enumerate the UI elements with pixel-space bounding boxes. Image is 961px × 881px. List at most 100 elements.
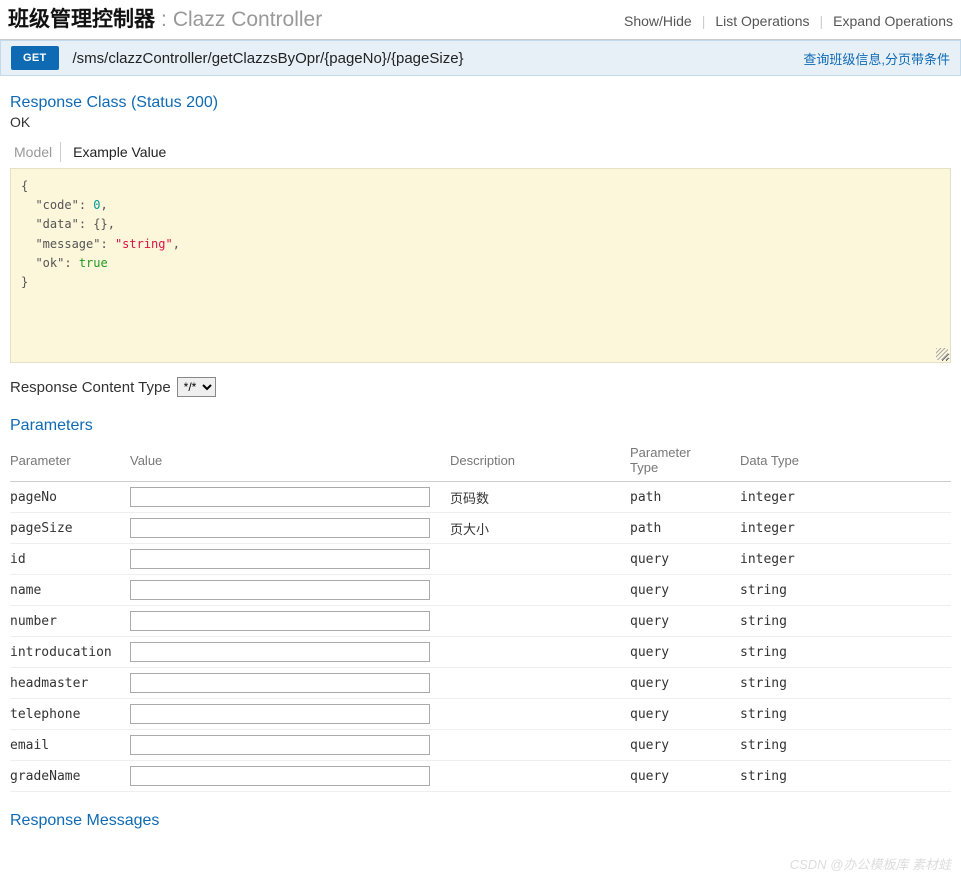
http-method-badge: GET [11, 46, 59, 70]
response-class-title: Response Class (Status 200) [10, 94, 951, 112]
response-tabs: Model Example Value [10, 142, 951, 162]
param-input-introducation[interactable] [130, 642, 430, 662]
separator: | [820, 13, 824, 29]
param-type: query [630, 606, 740, 637]
param-value-cell [130, 544, 450, 575]
table-row: introducation querystring [10, 637, 951, 668]
example-json-box[interactable]: { "code": 0, "data": {}, "message": "str… [10, 168, 951, 363]
param-input-telephone[interactable] [130, 704, 430, 724]
expand-operations-link[interactable]: Expand Operations [833, 13, 953, 29]
param-value-cell [130, 761, 450, 792]
list-operations-link[interactable]: List Operations [715, 13, 809, 29]
show-hide-link[interactable]: Show/Hide [624, 13, 692, 29]
param-input-id[interactable] [130, 549, 430, 569]
param-type: query [630, 544, 740, 575]
param-type: query [630, 761, 740, 792]
param-type: query [630, 730, 740, 761]
table-row: headmaster querystring [10, 668, 951, 699]
param-name: name [10, 575, 130, 606]
table-row: name querystring [10, 575, 951, 606]
param-input-pageNo[interactable] [130, 487, 430, 507]
param-value-cell [130, 730, 450, 761]
param-type: query [630, 668, 740, 699]
controller-title-cn: 班级管理控制器 [8, 3, 155, 33]
param-name: gradeName [10, 761, 130, 792]
response-content-type-row: Response Content Type */* [10, 377, 951, 397]
param-description [450, 606, 630, 637]
table-row: number querystring [10, 606, 951, 637]
controller-actions: Show/Hide | List Operations | Expand Ope… [624, 13, 953, 29]
parameters-title: Parameters [10, 417, 951, 435]
param-data-type: string [740, 637, 951, 668]
param-type: path [630, 482, 740, 513]
param-description [450, 761, 630, 792]
param-input-name[interactable] [130, 580, 430, 600]
param-name: email [10, 730, 130, 761]
tab-model[interactable]: Model [10, 142, 61, 162]
col-description: Description [450, 439, 630, 482]
param-value-cell [130, 699, 450, 730]
operation-body: Response Class (Status 200) OK Model Exa… [0, 76, 961, 842]
param-name: id [10, 544, 130, 575]
param-value-cell [130, 482, 450, 513]
parameters-table: Parameter Value Description ParameterTyp… [10, 439, 951, 792]
operation-path[interactable]: /sms/clazzController/getClazzsByOpr/{pag… [73, 50, 804, 67]
table-row: id queryinteger [10, 544, 951, 575]
param-value-cell [130, 637, 450, 668]
col-value: Value [130, 439, 450, 482]
separator: | [702, 13, 706, 29]
param-name: number [10, 606, 130, 637]
operation-bar[interactable]: GET /sms/clazzController/getClazzsByOpr/… [0, 40, 961, 76]
table-row: pageNo 页码数pathinteger [10, 482, 951, 513]
param-input-pageSize[interactable] [130, 518, 430, 538]
param-data-type: string [740, 668, 951, 699]
param-data-type: string [740, 575, 951, 606]
table-row: email querystring [10, 730, 951, 761]
param-description [450, 699, 630, 730]
response-messages-title: Response Messages [10, 812, 951, 830]
param-data-type: string [740, 730, 951, 761]
tab-example-value[interactable]: Example Value [69, 142, 170, 162]
param-name: pageNo [10, 482, 130, 513]
param-description [450, 544, 630, 575]
param-value-cell [130, 606, 450, 637]
param-data-type: integer [740, 482, 951, 513]
param-type: query [630, 575, 740, 606]
param-description [450, 668, 630, 699]
col-data-type: Data Type [740, 439, 951, 482]
param-input-email[interactable] [130, 735, 430, 755]
param-value-cell [130, 668, 450, 699]
param-name: pageSize [10, 513, 130, 544]
response-content-type-select[interactable]: */* [177, 377, 216, 397]
param-name: telephone [10, 699, 130, 730]
param-description: 页大小 [450, 513, 630, 544]
resize-handle-icon[interactable] [936, 348, 948, 360]
table-row: pageSize页大小pathinteger [10, 513, 951, 544]
param-description: 页码数 [450, 482, 630, 513]
controller-title-sep: : [161, 8, 167, 32]
param-input-number[interactable] [130, 611, 430, 631]
param-data-type: integer [740, 544, 951, 575]
response-status-text: OK [10, 114, 951, 130]
param-data-type: integer [740, 513, 951, 544]
param-input-headmaster[interactable] [130, 673, 430, 693]
param-description [450, 637, 630, 668]
col-parameter: Parameter [10, 439, 130, 482]
param-type: query [630, 637, 740, 668]
param-name: introducation [10, 637, 130, 668]
controller-header: 班级管理控制器 : Clazz Controller Show/Hide | L… [0, 0, 961, 40]
param-input-gradeName[interactable] [130, 766, 430, 786]
param-value-cell [130, 513, 450, 544]
param-name: headmaster [10, 668, 130, 699]
controller-title[interactable]: 班级管理控制器 : Clazz Controller [8, 3, 322, 33]
table-row: gradeName querystring [10, 761, 951, 792]
watermark: CSDN @办公模板库 素材蛙 [790, 854, 951, 873]
param-value-cell [130, 575, 450, 606]
param-data-type: string [740, 606, 951, 637]
param-description [450, 730, 630, 761]
param-description [450, 575, 630, 606]
table-row: telephonequerystring [10, 699, 951, 730]
param-type: query [630, 699, 740, 730]
operation-summary[interactable]: 查询班级信息,分页带条件 [803, 49, 950, 68]
param-data-type: string [740, 761, 951, 792]
